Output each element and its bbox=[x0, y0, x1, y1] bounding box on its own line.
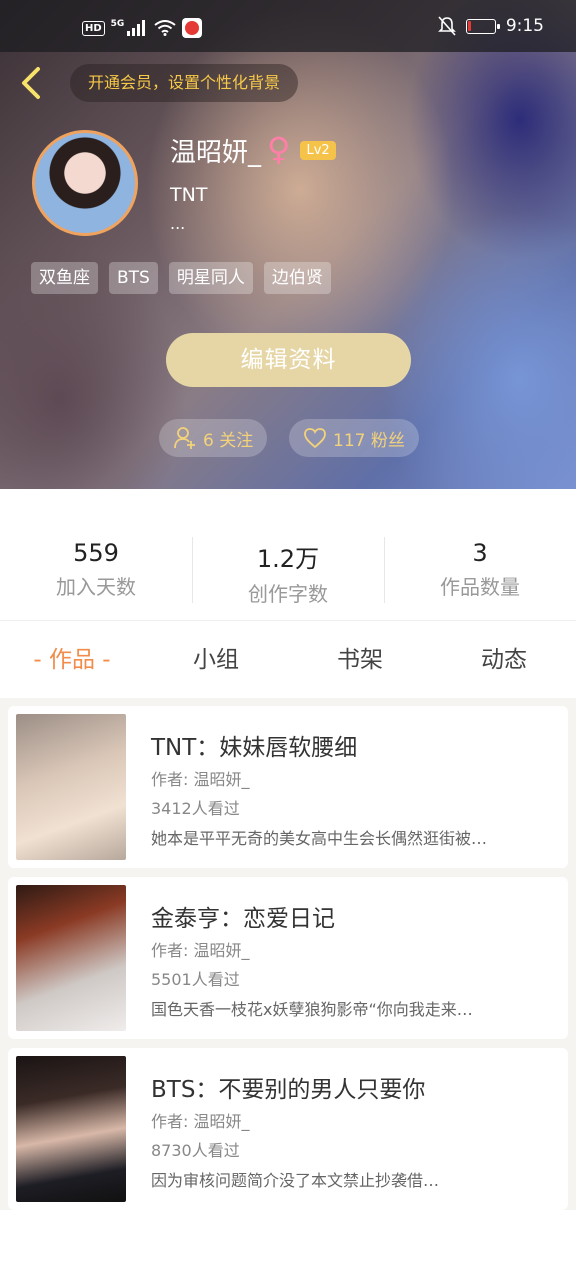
stat-works: 3 作品数量 bbox=[384, 489, 576, 620]
work-views: 5501人看过 bbox=[151, 970, 240, 989]
mute-icon bbox=[437, 16, 456, 36]
signal-icon bbox=[127, 20, 146, 36]
tab-works[interactable]: - 作品 - bbox=[0, 621, 144, 698]
stat-value: 559 bbox=[73, 539, 119, 567]
stat-label: 加入天数 bbox=[56, 575, 136, 599]
work-cover[interactable] bbox=[16, 885, 126, 1031]
work-title: TNT：妹妹唇软腰细 bbox=[151, 735, 358, 761]
work-description: 因为审核问题简介没了本文禁止抄袭借… bbox=[151, 1171, 440, 1190]
app-notification-icon bbox=[182, 18, 203, 38]
work-card[interactable]: TNT：妹妹唇软腰细 作者: 温昭妍_ 3412人看过 她本是平平无奇的美女高中… bbox=[8, 706, 568, 868]
tag-list: 双鱼座 BTS 明星同人 边伯贤 bbox=[31, 262, 331, 294]
bottom-spacer bbox=[0, 1210, 576, 1280]
bio-more[interactable]: ... bbox=[170, 214, 185, 233]
works-list: TNT：妹妹唇软腰细 作者: 温昭妍_ 3412人看过 她本是平平无奇的美女高中… bbox=[8, 706, 568, 1219]
hd-icon: HD bbox=[82, 20, 105, 36]
battery-icon bbox=[465, 18, 500, 34]
stats-bar: 559 加入天数 1.2万 创作字数 3 作品数量 bbox=[0, 489, 576, 620]
following-button[interactable]: 6 关注 bbox=[159, 419, 268, 457]
work-title: BTS：不要别的男人只要你 bbox=[151, 1077, 426, 1103]
female-icon: ♀ bbox=[267, 129, 291, 168]
stat-words: 1.2万 创作字数 bbox=[192, 489, 384, 620]
work-description: 国色天香一枝花x妖孽狼狗影帝“你向我走来… bbox=[151, 1000, 473, 1019]
member-background-prompt[interactable]: 开通会员，设置个性化背景 bbox=[70, 64, 299, 102]
work-views: 3412人看过 bbox=[151, 799, 240, 818]
tab-bookshelf[interactable]: 书架 bbox=[288, 621, 432, 698]
heart-icon bbox=[304, 428, 326, 449]
tab-groups[interactable]: 小组 bbox=[144, 621, 288, 698]
work-author: 作者: 温昭妍_ bbox=[151, 941, 250, 960]
stat-value: 3 bbox=[472, 539, 488, 567]
tag[interactable]: 双鱼座 bbox=[31, 262, 98, 294]
work-views: 8730人看过 bbox=[151, 1141, 240, 1160]
tab-activity[interactable]: 动态 bbox=[432, 621, 576, 698]
add-user-icon bbox=[174, 427, 195, 449]
work-title: 金泰亨：恋爱日记 bbox=[151, 906, 335, 932]
tag[interactable]: BTS bbox=[109, 262, 158, 294]
edit-profile-button[interactable]: 编辑资料 bbox=[166, 333, 411, 387]
back-icon[interactable] bbox=[16, 66, 50, 100]
fans-button[interactable]: 117 粉丝 bbox=[289, 419, 419, 457]
stat-value: 1.2万 bbox=[256, 545, 320, 573]
avatar[interactable] bbox=[32, 130, 138, 236]
username-row: 温昭妍_ ♀ Lv2 bbox=[170, 132, 336, 169]
tab-bar: - 作品 - 小组 书架 动态 bbox=[0, 620, 576, 698]
work-cover[interactable] bbox=[16, 714, 126, 860]
bio: TNT bbox=[170, 184, 208, 206]
status-bar: HD 5G 9:15 bbox=[0, 0, 576, 52]
following-count: 6 关注 bbox=[203, 430, 254, 451]
work-card[interactable]: BTS：不要别的男人只要你 作者: 温昭妍_ 8730人看过 因为审核问题简介没… bbox=[8, 1048, 568, 1210]
work-author: 作者: 温昭妍_ bbox=[151, 770, 250, 789]
wifi-icon bbox=[154, 20, 176, 36]
work-author: 作者: 温昭妍_ bbox=[151, 1112, 250, 1131]
stat-label: 作品数量 bbox=[440, 575, 520, 599]
level-badge: Lv2 bbox=[300, 141, 336, 160]
work-cover[interactable] bbox=[16, 1056, 126, 1202]
work-card[interactable]: 金泰亨：恋爱日记 作者: 温昭妍_ 5501人看过 国色天香一枝花x妖孽狼狗影帝… bbox=[8, 877, 568, 1039]
stat-days: 559 加入天数 bbox=[0, 489, 192, 620]
fans-count: 117 粉丝 bbox=[333, 430, 405, 451]
clock: 9:15 bbox=[505, 16, 544, 36]
tag[interactable]: 明星同人 bbox=[168, 262, 253, 294]
network-type: 5G bbox=[110, 19, 125, 29]
work-description: 她本是平平无奇的美女高中生会长偶然逛街被… bbox=[151, 829, 488, 848]
stat-label: 创作字数 bbox=[248, 582, 328, 606]
tag[interactable]: 边伯贤 bbox=[263, 262, 331, 294]
profile-header: HD 5G 9:15 开通会员，设置个性化背景 温昭妍_ ♀ Lv2 TNT .… bbox=[0, 0, 576, 489]
username: 温昭妍_ bbox=[170, 138, 262, 168]
